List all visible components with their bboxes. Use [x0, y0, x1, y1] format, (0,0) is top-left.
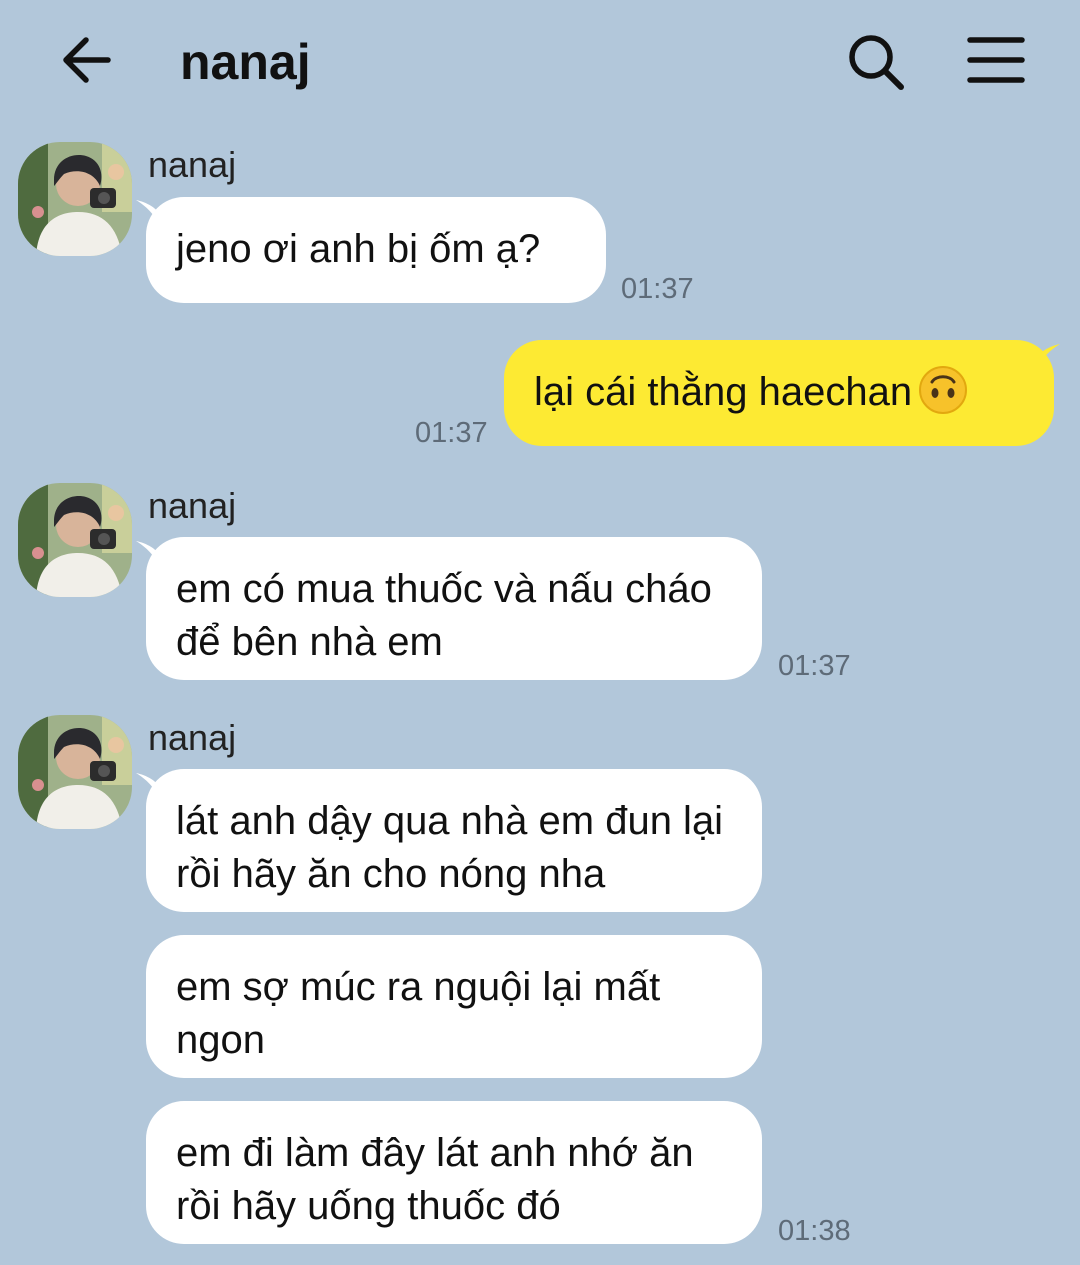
chat-header: nanaj [0, 0, 1080, 125]
message-text: lại cái thằng haechan [534, 370, 913, 414]
back-arrow-icon [63, 37, 111, 83]
sender-avatar[interactable] [18, 715, 132, 829]
search-button[interactable] [846, 32, 906, 92]
message-text: lát anh dậy qua nhà em đun lại rồi hãy ă… [176, 799, 724, 896]
back-button[interactable] [58, 32, 118, 88]
search-icon [849, 35, 904, 90]
message-bubble[interactable]: em có mua thuốc và nấu cháo để bên nhà e… [146, 537, 762, 680]
upside-down-face-icon [919, 366, 968, 415]
message-time: 01:37 [415, 417, 488, 449]
message-bubble[interactable]: lát anh dậy qua nhà em đun lại rồi hãy ă… [146, 769, 762, 912]
message-bubble[interactable]: em sợ múc ra nguội lại mất ngon [146, 935, 762, 1078]
menu-button[interactable] [966, 34, 1026, 86]
message-time: 01:37 [778, 650, 851, 682]
sender-name: nanaj [148, 144, 237, 185]
message-text: em đi làm đây lát anh nhớ ăn rồi hãy uốn… [176, 1131, 694, 1228]
message-text: em có mua thuốc và nấu cháo để bên nhà e… [176, 567, 712, 664]
sender-name: nanaj [148, 717, 237, 758]
message-bubble[interactable]: lại cái thằng haechan [504, 340, 1054, 446]
message-text: em sợ múc ra nguội lại mất ngon [176, 965, 661, 1062]
sender-avatar[interactable] [18, 483, 132, 597]
sender-avatar[interactable] [18, 142, 132, 256]
message-text: jeno ơi anh bị ốm ạ? [176, 227, 541, 271]
message-time: 01:38 [778, 1215, 851, 1247]
chat-title: nanaj [180, 34, 311, 90]
message-time: 01:37 [621, 273, 694, 305]
message-bubble[interactable]: jeno ơi anh bị ốm ạ? [146, 197, 606, 303]
sender-name: nanaj [148, 485, 237, 526]
message-bubble[interactable]: em đi làm đây lát anh nhớ ăn rồi hãy uốn… [146, 1101, 762, 1244]
hamburger-menu-icon [967, 37, 1025, 83]
